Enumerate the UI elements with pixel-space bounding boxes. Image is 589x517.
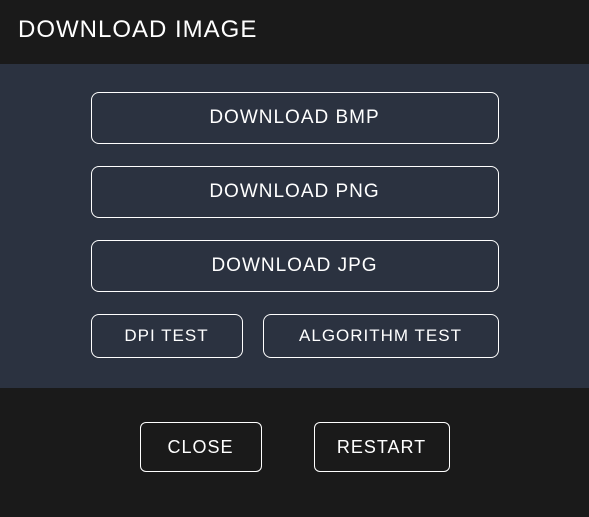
close-button[interactable]: CLOSE [140,422,262,472]
button-stack: DOWNLOAD BMP DOWNLOAD PNG DOWNLOAD JPG D… [0,92,589,358]
dialog-footer: CLOSE RESTART [0,388,589,472]
dpi-test-button[interactable]: DPI TEST [91,314,243,358]
restart-button[interactable]: RESTART [314,422,450,472]
dialog-header: DOWNLOAD IMAGE [0,0,589,64]
algorithm-test-button[interactable]: ALGORITHM TEST [263,314,499,358]
download-jpg-button[interactable]: DOWNLOAD JPG [91,240,499,292]
main-panel: DOWNLOAD BMP DOWNLOAD PNG DOWNLOAD JPG D… [0,64,589,388]
download-png-button[interactable]: DOWNLOAD PNG [91,166,499,218]
test-row: DPI TEST ALGORITHM TEST [91,314,499,358]
download-bmp-button[interactable]: DOWNLOAD BMP [91,92,499,144]
dialog-title: DOWNLOAD IMAGE [18,16,571,44]
